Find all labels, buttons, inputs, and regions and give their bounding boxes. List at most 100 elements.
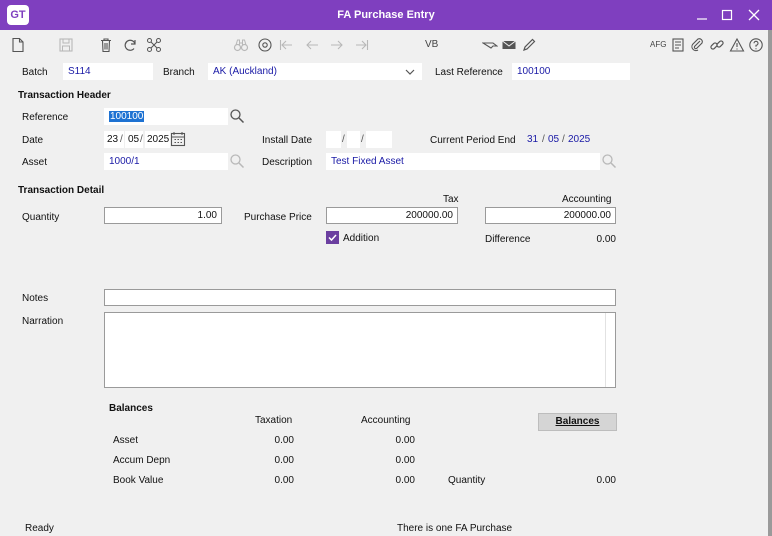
addition-checkbox[interactable] (326, 231, 339, 244)
reference-field[interactable]: 100100 (104, 108, 228, 125)
transaction-header-title: Transaction Header (18, 90, 111, 101)
balance-row-accounting: 0.00 (395, 475, 415, 486)
branch-label: Branch (163, 67, 195, 78)
balance-row-accounting: 0.00 (395, 455, 415, 466)
pen-icon[interactable] (521, 37, 537, 53)
at-sign-icon[interactable] (257, 37, 273, 53)
balances-accounting-column-header: Accounting (361, 415, 411, 426)
attachment-icon[interactable] (689, 37, 705, 53)
window-title: FA Purchase Entry (337, 9, 435, 21)
last-reference-label: Last Reference (435, 67, 503, 78)
install-date-year-field[interactable] (366, 131, 392, 148)
balance-row-taxation: 0.00 (274, 435, 294, 446)
quantity-field[interactable]: 1.00 (104, 207, 222, 224)
date-separator: / (562, 134, 565, 145)
first-record-icon[interactable] (278, 37, 294, 53)
asset-search-icon[interactable] (229, 153, 245, 169)
minimize-icon (697, 18, 707, 20)
description-search-icon[interactable] (601, 153, 617, 169)
minimize-button[interactable] (692, 6, 712, 24)
balance-row-taxation: 0.00 (274, 475, 294, 486)
audit-note-icon[interactable] (670, 37, 686, 53)
balance-row-label: Asset (113, 435, 139, 446)
accounting-column-header: Accounting (562, 194, 612, 205)
reference-value: 100100 (109, 111, 145, 122)
maximize-icon (721, 9, 733, 21)
narration-textarea[interactable] (104, 312, 616, 388)
balances-button-label: Balances (555, 416, 600, 427)
new-document-icon[interactable] (10, 37, 26, 53)
status-message: There is one FA Purchase (397, 523, 513, 534)
close-icon (748, 9, 760, 21)
reference-search-icon[interactable] (229, 108, 245, 124)
current-period-month: 05 (548, 134, 560, 145)
balances-quantity-value: 0.00 (596, 475, 616, 486)
notes-field[interactable] (104, 289, 616, 306)
balance-row-accounting: 0.00 (395, 435, 415, 446)
narration-label: Narration (22, 316, 64, 327)
taxation-column-header: Taxation (255, 415, 293, 426)
date-separator: / (542, 134, 545, 145)
narration-scrollbar[interactable] (605, 313, 615, 387)
calendar-icon[interactable] (170, 131, 186, 147)
batch-label: Batch (22, 67, 48, 78)
purchase-price-accounting-field[interactable]: 200000.00 (485, 207, 616, 224)
last-record-icon[interactable] (354, 37, 370, 53)
date-separator: / (120, 134, 123, 145)
purchase-price-tax-field[interactable]: 200000.00 (326, 207, 458, 224)
date-separator: / (140, 134, 143, 145)
balance-row-label: Book Value (113, 475, 164, 486)
date-separator: / (342, 134, 345, 145)
maximize-button[interactable] (717, 6, 737, 24)
afg-button[interactable]: AFG (650, 40, 666, 49)
close-button[interactable] (744, 6, 764, 24)
difference-value: 0.00 (596, 234, 616, 245)
tax-column-header: Tax (443, 194, 459, 205)
notes-label: Notes (22, 293, 49, 304)
save-icon[interactable] (58, 37, 74, 53)
transaction-detail-title: Transaction Detail (18, 185, 105, 196)
fa-purchase-entry-window: GT FA Purchase Entry VB AFG Batch S114 B… (0, 0, 772, 536)
asset-field[interactable]: 1000/1 (104, 153, 228, 170)
reference-label: Reference (22, 112, 69, 123)
connections-icon[interactable] (146, 37, 162, 53)
install-date-month-field[interactable] (347, 131, 360, 148)
delete-icon[interactable] (98, 37, 114, 53)
purchase-price-label: Purchase Price (244, 212, 312, 223)
batch-field[interactable]: S114 (63, 63, 153, 80)
addition-label: Addition (343, 233, 380, 244)
refresh-icon[interactable] (122, 37, 138, 53)
warning-icon[interactable] (729, 37, 745, 53)
branch-select[interactable]: AK (Auckland) (208, 63, 422, 80)
install-date-day-field[interactable] (326, 131, 341, 148)
install-date-label: Install Date (262, 135, 313, 146)
binoculars-icon[interactable] (233, 37, 249, 53)
link-icon[interactable] (709, 37, 725, 53)
date-label: Date (22, 135, 44, 146)
status-left: Ready (25, 523, 54, 534)
vb-button[interactable]: VB (425, 39, 438, 50)
balances-button[interactable]: Balances (538, 413, 617, 431)
date-separator: / (361, 134, 364, 145)
balances-quantity-label: Quantity (448, 475, 486, 486)
current-period-day: 31 (527, 134, 539, 145)
help-icon[interactable] (748, 37, 764, 53)
title-bar: GT FA Purchase Entry (0, 0, 772, 30)
date-year-field[interactable]: 2025 (145, 131, 170, 148)
balance-row-label: Accum Depn (113, 455, 171, 466)
asset-label: Asset (22, 157, 48, 168)
mail-icon[interactable] (501, 37, 517, 53)
toolbar: VB AFG (0, 30, 772, 60)
description-field[interactable]: Test Fixed Asset (326, 153, 600, 170)
current-period-year: 2025 (568, 134, 591, 145)
chevron-down-icon (405, 69, 415, 75)
last-reference-field: 100100 (512, 63, 630, 80)
next-record-icon[interactable] (329, 37, 345, 53)
balances-title: Balances (109, 403, 153, 414)
current-period-end-label: Current Period End (430, 135, 516, 146)
window-edge (768, 30, 772, 536)
checkmark-icon (328, 234, 337, 242)
previous-record-icon[interactable] (304, 37, 320, 53)
pointer-icon[interactable] (482, 37, 498, 53)
balance-row-taxation: 0.00 (274, 455, 294, 466)
